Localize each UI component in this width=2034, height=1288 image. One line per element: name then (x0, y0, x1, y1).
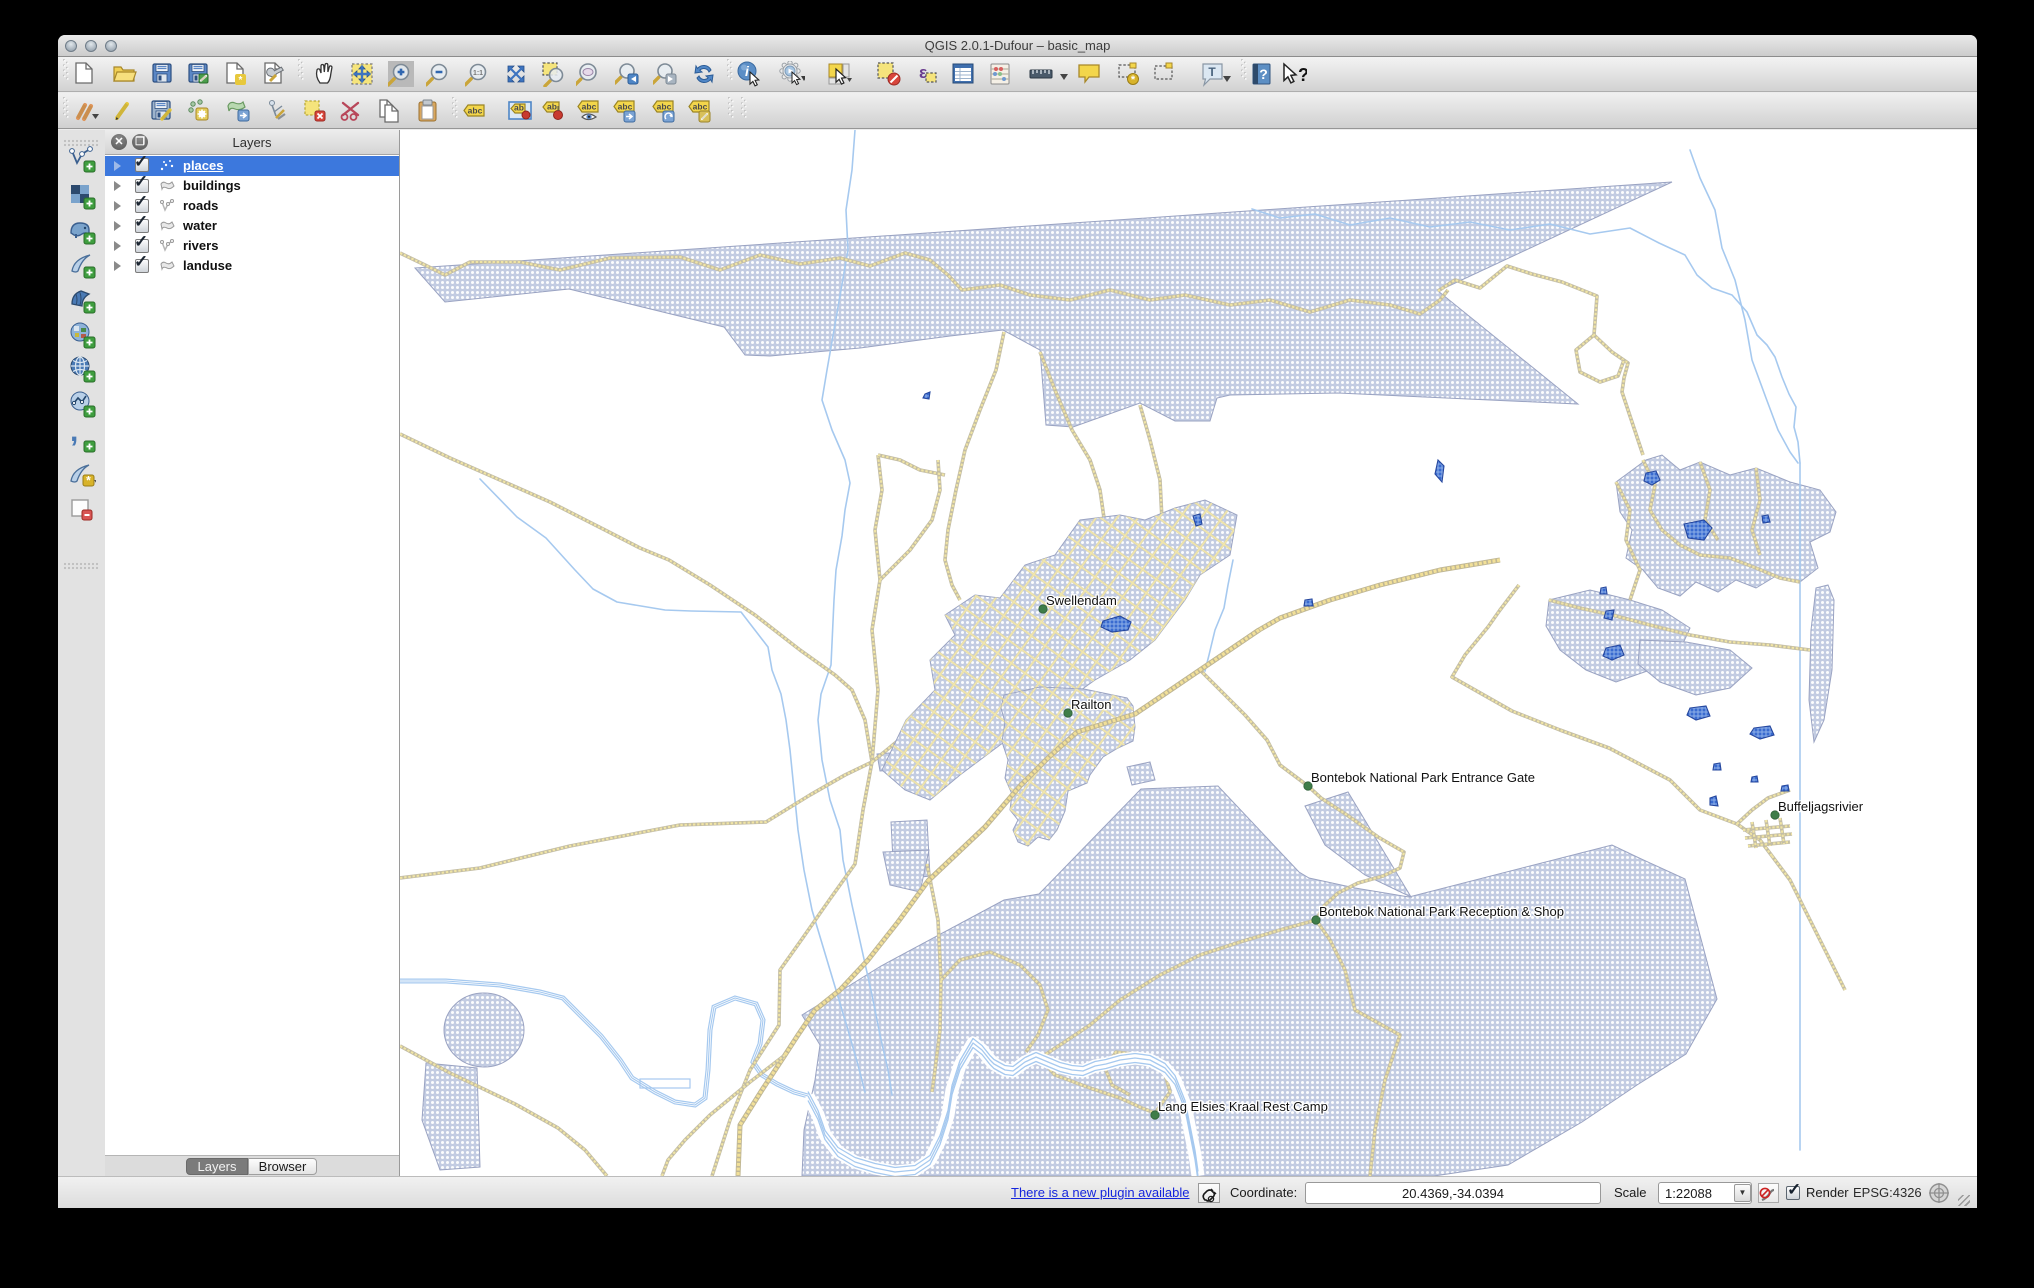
svg-text:Bontebok National Park Entranc: Bontebok National Park Entrance Gate (1311, 770, 1535, 785)
svg-text:?: ? (1259, 66, 1268, 82)
svg-text:Lang Elsies Kraal Rest Camp: Lang Elsies Kraal Rest Camp (1158, 1099, 1328, 1114)
svg-text:ab: ab (514, 103, 524, 113)
svg-text:Bontebok National Park Recepti: Bontebok National Park Reception & Shop (1319, 904, 1564, 919)
svg-text:Buffeljagsrivier: Buffeljagsrivier (1778, 799, 1864, 814)
svg-text:*: * (1131, 74, 1136, 86)
svg-text:Railton: Railton (1071, 697, 1111, 712)
svg-text:,: , (70, 425, 78, 448)
svg-text:Swellendam: Swellendam (1046, 593, 1117, 608)
svg-text:abc: abc (657, 102, 672, 112)
svg-text:abc: abc (618, 102, 633, 112)
svg-text:abc: abc (582, 102, 597, 112)
svg-text:abc: abc (693, 102, 708, 112)
svg-text:?: ? (1298, 65, 1307, 85)
svg-text:T: T (1208, 65, 1216, 79)
svg-text:ab: ab (547, 102, 557, 112)
svg-text:*: * (239, 75, 243, 86)
svg-text:1:1: 1:1 (473, 70, 483, 77)
svg-text:abc: abc (468, 106, 483, 116)
svg-text:*: * (86, 474, 91, 488)
